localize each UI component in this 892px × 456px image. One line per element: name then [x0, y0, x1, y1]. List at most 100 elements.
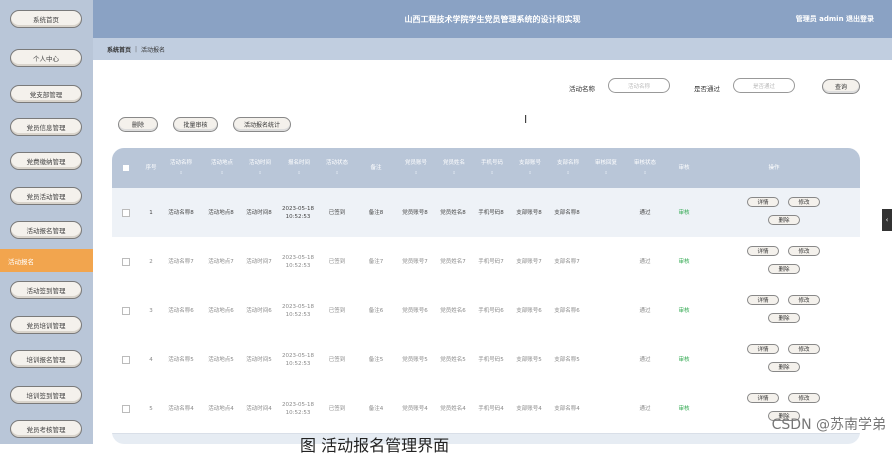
collapse-tab-chevron-icon[interactable]: ‹ [882, 209, 892, 231]
figure-caption: 图 活动报名管理界面 [300, 436, 450, 455]
sidebar-item-member-info[interactable]: 党员信息管理 [10, 118, 82, 136]
sidebar-item-member-assessment[interactable]: 党员考核管理 [10, 420, 82, 438]
row-branch-account: 支部账号8 [516, 209, 542, 216]
row-reply [586, 384, 626, 433]
row-reply [586, 237, 626, 286]
sidebar-item-training[interactable]: 党员培训管理 [10, 316, 82, 334]
sidebar-item-activity-checkin[interactable]: 活动签到管理 [10, 281, 82, 299]
header-audit: 审核 [678, 164, 690, 171]
table-row: 1 活动名称8 活动地点8 活动时间8 2023-05-18 10:52:53 … [112, 188, 860, 238]
row-checkbox[interactable] [118, 384, 134, 433]
detail-button[interactable]: 详情 [747, 393, 779, 403]
row-signup-time: 2023-05-18 10:52:53 [282, 401, 314, 416]
table-row: 5 活动名称4 活动地点4 活动时间4 2023-05-18 10:52:53 … [112, 384, 860, 434]
row-note: 备注4 [368, 405, 384, 412]
edit-button[interactable]: 修改 [788, 344, 820, 354]
row-phone: 手机号码5 [478, 356, 504, 363]
sidebar-item-training-signup[interactable]: 培训报名管理 [10, 350, 82, 368]
row-delete-button[interactable]: 删除 [768, 362, 800, 372]
row-delete-button[interactable]: 删除 [768, 313, 800, 323]
row-reply [586, 335, 626, 384]
row-checkbox[interactable] [118, 335, 134, 384]
row-name: 活动名称7 [168, 258, 194, 265]
sidebar-item-branch-mgmt[interactable]: 党支部管理 [10, 85, 82, 103]
header-audit-status[interactable]: 审核状态 ⇕ [625, 148, 665, 188]
sidebar-item-personal-center[interactable]: 个人中心 [10, 49, 82, 67]
sidebar: 系统首页 个人中心 党支部管理 党员信息管理 党费缴纳管理 党员活动管理 活动报… [0, 0, 93, 444]
header-time[interactable]: 活动时间 ⇕ [240, 148, 280, 188]
activity-name-input[interactable]: 活动名称 [608, 78, 670, 93]
row-reply [586, 286, 626, 335]
header-branch-account[interactable]: 支部账号 ⇕ [510, 148, 550, 188]
sidebar-item-activity-signup[interactable]: 活动报名管理 [10, 221, 82, 239]
query-button[interactable]: 查询 [822, 79, 860, 94]
sidebar-item-activity-signup-active[interactable]: 活动报名 [0, 249, 93, 272]
header-member-name[interactable]: 党员姓名 ⇕ [434, 148, 474, 188]
row-name: 活动名称4 [168, 405, 194, 412]
edit-button[interactable]: 修改 [788, 246, 820, 256]
row-audit-link[interactable]: 审核 [664, 237, 704, 286]
edit-button[interactable]: 修改 [788, 295, 820, 305]
sidebar-item-member-activity[interactable]: 党员活动管理 [10, 187, 82, 205]
header-place[interactable]: 活动地点 ⇕ [202, 148, 242, 188]
delete-button[interactable]: 删除 [118, 117, 158, 132]
signup-table: 序号 活动名称 ⇕ 活动地点 ⇕ 活动时间 ⇕ 报名时间 ⇕ 活动状态 ⇕ 备注 党员账号… [112, 148, 860, 444]
sidebar-item-fee-payment[interactable]: 党费缴纳管理 [10, 152, 82, 170]
batch-audit-button[interactable]: 批量审核 [173, 117, 218, 132]
row-account: 党员账号4 [402, 405, 428, 412]
row-place: 活动地点7 [208, 258, 234, 265]
row-checkbox[interactable] [118, 237, 134, 286]
table-row: 4 活动名称5 活动地点5 活动时间5 2023-05-18 10:52:53 … [112, 335, 860, 385]
app-title: 山西工程技术学院学生党员管理系统的设计和实现 [404, 15, 581, 24]
breadcrumb-separator: | [135, 45, 138, 53]
row-branch-name: 支部名称5 [554, 356, 580, 363]
header-select-all[interactable] [118, 148, 134, 188]
header-signup-time[interactable]: 报名时间 ⇕ [278, 148, 320, 188]
header-reply[interactable]: 审核回复 ⇕ [586, 148, 626, 188]
sidebar-item-home[interactable]: 系统首页 [10, 10, 82, 28]
header-status[interactable]: 活动状态 ⇕ [318, 148, 356, 188]
header-branch-name[interactable]: 支部名称 ⇕ [548, 148, 588, 188]
row-delete-button[interactable]: 删除 [768, 264, 800, 274]
row-member-name: 党员姓名7 [440, 258, 466, 265]
row-checkbox[interactable] [118, 188, 134, 237]
header-name[interactable]: 活动名称 ⇕ [162, 148, 200, 188]
row-time: 活动时间4 [246, 405, 272, 412]
user-logout[interactable]: 管理员 admin 退出登录 [796, 14, 874, 24]
pass-input[interactable]: 是否通过 [733, 78, 795, 93]
row-status: 已签到 [328, 258, 346, 265]
row-audit-status: 通过 [639, 356, 651, 363]
detail-button[interactable]: 详情 [747, 197, 779, 207]
row-signup-time: 2023-05-18 10:52:53 [282, 303, 314, 318]
row-member-name: 党员姓名8 [440, 209, 466, 216]
row-checkbox[interactable] [118, 286, 134, 335]
sidebar-item-training-checkin[interactable]: 培训签到管理 [10, 386, 82, 404]
row-status: 已签到 [328, 356, 346, 363]
detail-button[interactable]: 详情 [747, 295, 779, 305]
row-delete-button[interactable]: 删除 [768, 215, 800, 225]
row-member-name: 党员姓名5 [440, 356, 466, 363]
row-place: 活动地点4 [208, 405, 234, 412]
row-audit-link[interactable]: 审核 [664, 335, 704, 384]
edit-button[interactable]: 修改 [788, 393, 820, 403]
row-audit-status: 通过 [639, 307, 651, 314]
edit-button[interactable]: 修改 [788, 197, 820, 207]
header-account[interactable]: 党员账号 ⇕ [396, 148, 436, 188]
row-time: 活动时间7 [246, 258, 272, 265]
row-signup-time: 2023-05-18 10:52:53 [282, 205, 314, 220]
header-phone[interactable]: 手机号码 ⇕ [472, 148, 512, 188]
signup-stats-button[interactable]: 活动报名统计 [233, 117, 291, 132]
header-note[interactable]: 备注 [356, 148, 396, 188]
row-audit-link[interactable]: 审核 [664, 188, 704, 237]
row-audit-link[interactable]: 审核 [664, 384, 704, 433]
detail-button[interactable]: 详情 [747, 246, 779, 256]
detail-button[interactable]: 详情 [747, 344, 779, 354]
row-signup-time: 2023-05-18 10:52:53 [282, 352, 314, 367]
row-account: 党员账号6 [402, 307, 428, 314]
row-name: 活动名称5 [168, 356, 194, 363]
row-phone: 手机号码8 [478, 209, 504, 216]
row-audit-link[interactable]: 审核 [664, 286, 704, 335]
row-branch-name: 支部名称4 [554, 405, 580, 412]
row-branch-name: 支部名称6 [554, 307, 580, 314]
breadcrumb-home[interactable]: 系统首页 [107, 45, 131, 54]
